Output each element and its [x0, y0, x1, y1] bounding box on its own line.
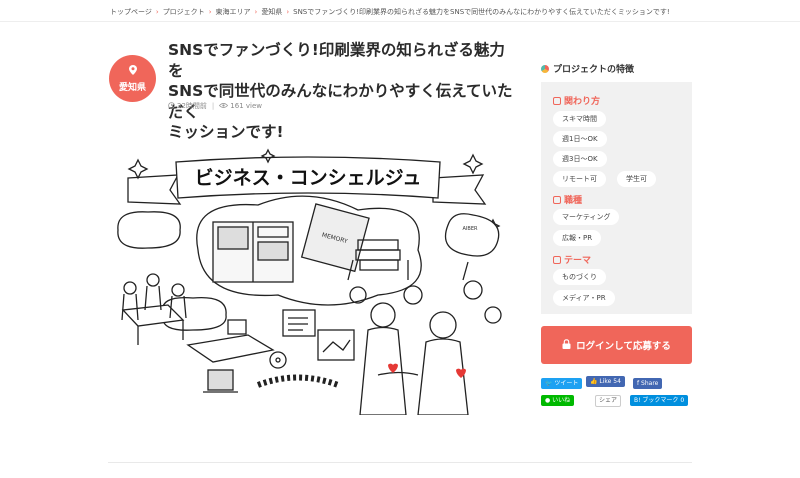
- page-title: SNSでファンづくり!印刷業界の知られざる魅力を SNSで同世代のみんなにわかり…: [168, 40, 518, 143]
- section-title: 関わり方: [564, 97, 601, 107]
- breadcrumb-separator: ›: [254, 8, 258, 16]
- login-apply-button[interactable]: ログインして応募する: [541, 326, 692, 364]
- facebook-like-button[interactable]: 👍 Like 54: [586, 376, 625, 387]
- breadcrumb-item-top[interactable]: トップページ: [110, 7, 152, 17]
- breadcrumb-item-area[interactable]: 東海エリア: [216, 7, 251, 17]
- tag-item[interactable]: 学生可: [617, 171, 656, 187]
- features-logo-icon: [541, 64, 549, 73]
- illustration-banner-text: ビジネス・コンシェルジュ: [195, 167, 422, 189]
- project-illustration: ビジネス・コンシェルジュ MEMORY AIBER: [117, 148, 502, 415]
- header-divider: [0, 21, 800, 22]
- facebook-icon: f: [637, 380, 640, 387]
- tag-item[interactable]: ものづくり: [553, 269, 606, 285]
- breadcrumb-separator: ›: [286, 8, 290, 16]
- eye-icon: [219, 102, 229, 111]
- login-apply-label: ログインして応募する: [576, 341, 671, 352]
- hatena-count: 0: [680, 397, 685, 404]
- tag-item[interactable]: マーケティング: [553, 209, 620, 225]
- breadcrumb-separator: ›: [208, 8, 212, 16]
- view-count: 161 view: [230, 102, 262, 110]
- breadcrumb-separator: ›: [155, 8, 159, 16]
- tag-item[interactable]: 広報・PR: [553, 230, 602, 246]
- post-meta: 22時間前 | 161 view: [168, 101, 262, 111]
- section-title: 職種: [564, 196, 583, 206]
- line-share-label: シェア: [599, 397, 618, 404]
- breadcrumb: トップページ › プロジェクト › 東海エリア › 愛知県 › SNSでファンづ…: [110, 7, 670, 17]
- line-icon: ●: [545, 397, 551, 404]
- lock-icon: [562, 338, 571, 352]
- tag-item[interactable]: スキマ時間: [553, 111, 606, 127]
- content-divider: [108, 462, 692, 463]
- line-like-label: いいね: [552, 397, 571, 404]
- prefecture-badge[interactable]: 愛知県: [109, 55, 156, 102]
- tweet-label: ツイート: [554, 380, 579, 387]
- fb-share-label: Share: [641, 380, 659, 387]
- calendar-icon: [553, 96, 561, 105]
- section-job-type: 職種: [553, 193, 582, 206]
- line-like-button[interactable]: ● いいね: [541, 395, 575, 406]
- tag-item[interactable]: 週1日〜OK: [553, 131, 607, 147]
- tag-icon: [553, 255, 561, 264]
- section-involvement: 関わり方: [553, 94, 600, 107]
- features-heading-text: プロジェクトの特徴: [553, 65, 635, 75]
- tag-item[interactable]: リモート可: [553, 171, 606, 187]
- clock-icon: [168, 101, 175, 111]
- line-share-button[interactable]: シェア: [595, 395, 622, 407]
- hatena-bookmark-button[interactable]: B! ブックマーク 0: [630, 395, 689, 406]
- breadcrumb-item-prefecture[interactable]: 愛知県: [261, 7, 282, 17]
- prefecture-label: 愛知県: [118, 82, 146, 93]
- tag-item[interactable]: 週3日〜OK: [553, 151, 607, 167]
- meta-divider: |: [211, 102, 215, 110]
- thumbs-up-icon: 👍: [590, 378, 598, 385]
- features-heading: プロジェクトの特徴: [541, 62, 634, 75]
- location-pin-icon: [128, 64, 137, 78]
- fb-like-count: 54: [613, 378, 621, 385]
- tag-item[interactable]: メディア・PR: [553, 290, 615, 306]
- facebook-share-button[interactable]: f Share: [633, 378, 663, 389]
- twitter-icon: 🐦: [545, 380, 553, 387]
- breadcrumb-item-projects[interactable]: プロジェクト: [163, 7, 205, 17]
- section-theme: テーマ: [553, 253, 591, 266]
- illustration-sign-label: AIBER: [463, 226, 478, 232]
- fb-like-label: Like: [599, 378, 612, 385]
- briefcase-icon: [553, 195, 561, 204]
- tweet-button[interactable]: 🐦 ツイート: [541, 378, 583, 389]
- hatena-label: B! ブックマーク: [634, 397, 679, 404]
- title-line: SNSでファンづくり!印刷業界の知られざる魅力を: [168, 41, 505, 80]
- section-title: テーマ: [564, 256, 592, 266]
- breadcrumb-item-current: SNSでファンづくり!印刷業界の知られざる魅力をSNSで同世代のみんなにわかりや…: [293, 8, 670, 16]
- posted-time: 22時間前: [177, 102, 207, 110]
- features-panel: 関わり方 スキマ時間 週1日〜OK 週3日〜OK リモート可 学生可 職種 マー…: [541, 82, 692, 314]
